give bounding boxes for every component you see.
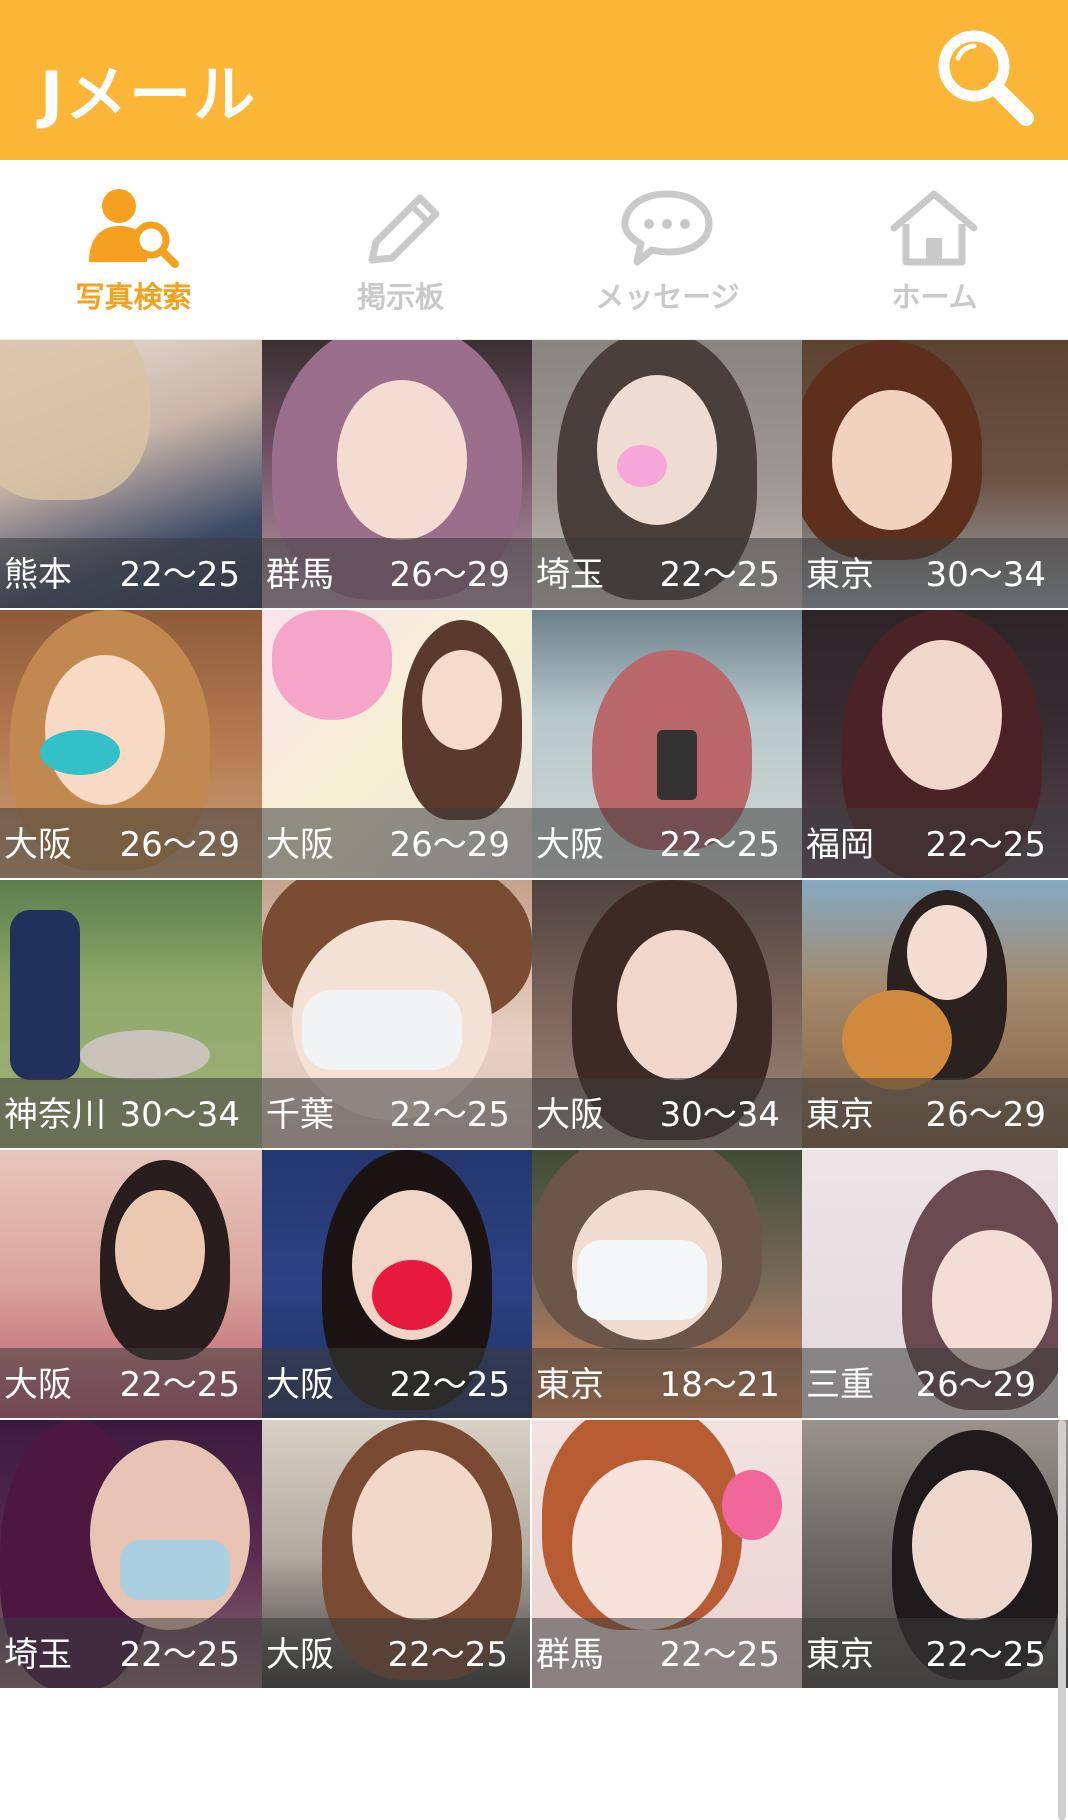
age-range-label: 22〜25	[659, 555, 780, 595]
pencil-icon	[368, 194, 440, 264]
prefecture-label: 大阪	[4, 825, 72, 865]
age-range-label: 26〜29	[389, 555, 510, 595]
age-range-label: 22〜25	[119, 1365, 240, 1405]
tab-photo-search[interactable]: 写真検索	[0, 160, 267, 340]
age-range-label: 18〜21	[659, 1365, 780, 1405]
profile-caption: 東京 26〜29	[802, 1078, 1068, 1148]
age-range-label: 22〜25	[659, 825, 780, 865]
prefecture-label: 大阪	[266, 1365, 334, 1405]
age-range-label: 30〜34	[925, 555, 1046, 595]
tab-label: 掲示板	[356, 280, 444, 314]
profile-tile[interactable]: 熊本 22〜25	[0, 340, 262, 608]
prefecture-label: 大阪	[536, 825, 604, 865]
app-bar: Jメール	[0, 0, 1068, 160]
profile-caption: 東京 22〜25	[802, 1618, 1068, 1688]
profile-tile[interactable]: 福岡 22〜25	[802, 610, 1068, 878]
prefecture-label: 大阪	[266, 1635, 334, 1675]
profile-tile[interactable]: 大阪 26〜29	[0, 610, 262, 878]
profile-tile[interactable]: 大阪 26〜29	[262, 610, 532, 878]
profile-tile[interactable]: 神奈川 30〜34	[0, 880, 262, 1148]
profile-tile[interactable]: 大阪 22〜25	[532, 610, 802, 878]
prefecture-label: 福岡	[806, 825, 874, 865]
prefecture-label: 群馬	[536, 1635, 604, 1675]
profile-caption: 大阪 22〜25	[0, 1348, 262, 1418]
profile-tile[interactable]: 千葉 22〜25	[262, 880, 532, 1148]
profile-tile[interactable]: 群馬 22〜25	[532, 1420, 802, 1688]
search-button[interactable]	[930, 22, 1040, 132]
profile-caption: 大阪 22〜25	[262, 1618, 530, 1688]
prefecture-label: 千葉	[266, 1095, 334, 1135]
profile-caption: 神奈川 30〜34	[0, 1078, 262, 1148]
age-range-label: 22〜25	[659, 1635, 780, 1675]
age-range-label: 30〜34	[119, 1095, 240, 1135]
prefecture-label: 大阪	[4, 1365, 72, 1405]
profile-caption: 埼玉 22〜25	[532, 538, 802, 608]
prefecture-label: 東京	[806, 1095, 874, 1135]
search-icon	[938, 30, 1034, 126]
age-range-label: 22〜25	[119, 1635, 240, 1675]
profile-caption: 三重 26〜29	[802, 1348, 1058, 1418]
tab-home[interactable]: ホーム	[801, 160, 1068, 340]
profile-caption: 大阪 26〜29	[262, 808, 532, 878]
tab-bar: 写真検索 掲示板 メッセージ ホーム	[0, 160, 1068, 340]
profile-tile[interactable]: 東京 22〜25	[802, 1420, 1068, 1688]
profile-tile[interactable]: 東京 30〜34	[802, 340, 1068, 608]
profile-tile[interactable]: 大阪 22〜25	[262, 1150, 532, 1418]
prefecture-label: 熊本	[4, 555, 72, 595]
prefecture-label: 群馬	[266, 555, 334, 595]
profile-tile[interactable]: 東京 18〜21	[532, 1150, 802, 1418]
user-search-icon	[89, 189, 179, 268]
age-range-label: 30〜34	[659, 1095, 780, 1135]
profile-caption: 熊本 22〜25	[0, 538, 262, 608]
chat-bubble-icon	[621, 190, 713, 266]
profile-tile[interactable]: 三重 26〜29	[802, 1150, 1058, 1418]
profile-caption: 千葉 22〜25	[262, 1078, 532, 1148]
profile-caption: 東京 30〜34	[802, 538, 1068, 608]
age-range-label: 22〜25	[925, 1635, 1046, 1675]
tab-label: 写真検索	[75, 280, 192, 314]
profile-caption: 大阪 22〜25	[262, 1348, 532, 1418]
profile-caption: 群馬 22〜25	[532, 1618, 802, 1688]
profile-tile[interactable]: 群馬 26〜29	[262, 340, 532, 608]
profile-tile[interactable]: 大阪 30〜34	[532, 880, 802, 1148]
tab-label: ホーム	[891, 280, 978, 314]
age-range-label: 22〜25	[389, 1365, 510, 1405]
age-range-label: 26〜29	[389, 825, 510, 865]
tab-messages[interactable]: メッセージ	[534, 160, 801, 340]
profile-tile[interactable]: 東京 26〜29	[802, 880, 1068, 1148]
prefecture-label: 東京	[536, 1365, 604, 1405]
profile-caption: 福岡 22〜25	[802, 808, 1068, 878]
age-range-label: 26〜29	[119, 825, 240, 865]
scrollbar[interactable]	[1058, 1420, 1066, 1820]
profile-caption: 大阪 22〜25	[532, 808, 802, 878]
photo-grid: 熊本 22〜25 群馬 26〜29 埼玉 22〜25 東京 30〜34 大阪 2…	[0, 340, 1068, 1820]
prefecture-label: 大阪	[266, 825, 334, 865]
prefecture-label: 神奈川	[4, 1095, 106, 1135]
profile-caption: 埼玉 22〜25	[0, 1618, 262, 1688]
profile-caption: 群馬 26〜29	[262, 538, 532, 608]
age-range-label: 22〜25	[925, 825, 1046, 865]
age-range-label: 26〜29	[915, 1365, 1036, 1405]
prefecture-label: 埼玉	[4, 1635, 72, 1675]
prefecture-label: 東京	[806, 1635, 874, 1675]
profile-tile[interactable]: 大阪 22〜25	[0, 1150, 262, 1418]
profile-caption: 東京 18〜21	[532, 1348, 802, 1418]
age-range-label: 22〜25	[387, 1635, 508, 1675]
prefecture-label: 埼玉	[536, 555, 604, 595]
app-title: Jメール	[40, 58, 258, 131]
home-icon	[890, 190, 978, 266]
profile-caption: 大阪 30〜34	[532, 1078, 802, 1148]
profile-caption: 大阪 26〜29	[0, 808, 262, 878]
profile-tile[interactable]: 埼玉 22〜25	[0, 1420, 262, 1688]
prefecture-label: 東京	[806, 555, 874, 595]
tab-bulletin-board[interactable]: 掲示板	[267, 160, 534, 340]
tab-label: メッセージ	[595, 280, 740, 314]
prefecture-label: 三重	[806, 1365, 874, 1405]
age-range-label: 22〜25	[389, 1095, 510, 1135]
prefecture-label: 大阪	[536, 1095, 604, 1135]
profile-tile[interactable]: 大阪 22〜25	[262, 1420, 530, 1688]
age-range-label: 22〜25	[119, 555, 240, 595]
age-range-label: 26〜29	[925, 1095, 1046, 1135]
profile-tile[interactable]: 埼玉 22〜25	[532, 340, 802, 608]
